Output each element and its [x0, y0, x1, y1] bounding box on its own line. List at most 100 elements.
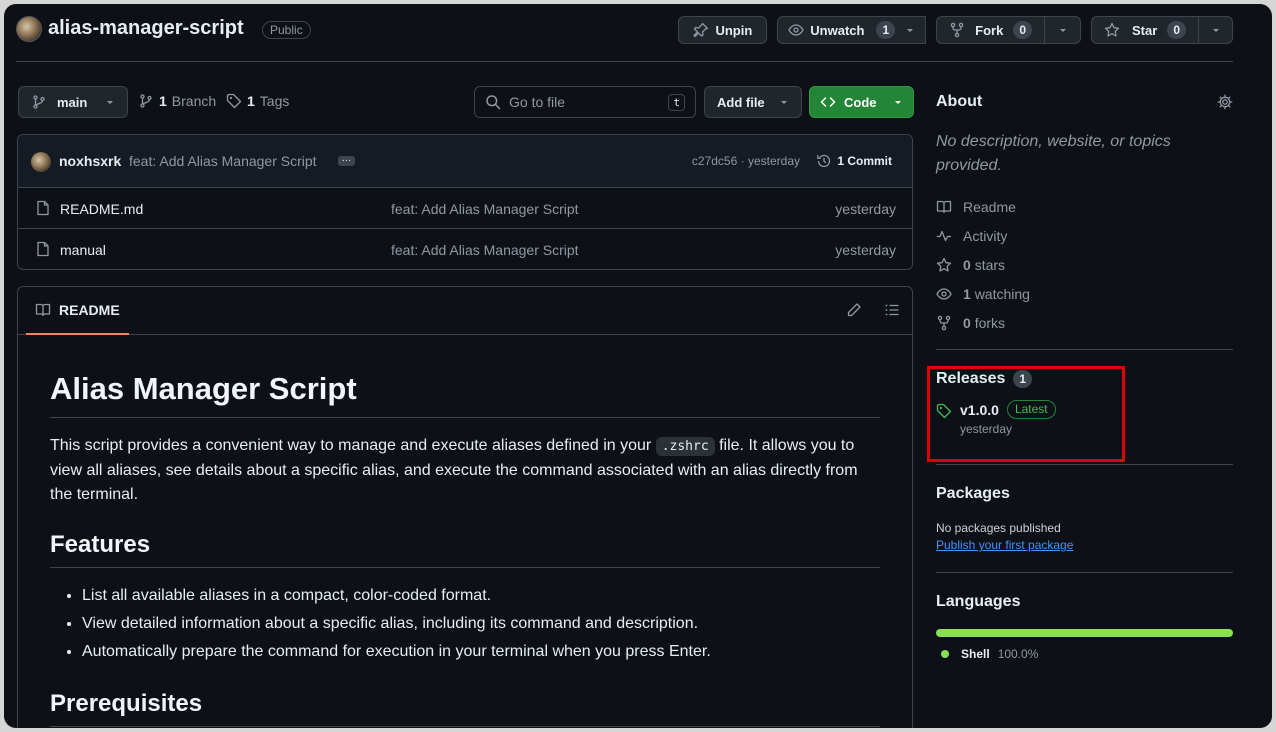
commit-message[interactable]: feat: Add Alias Manager Script [129, 153, 317, 169]
forks-link[interactable]: 0 forks [936, 308, 1233, 337]
commit-sha[interactable]: c27dc56 [692, 154, 737, 168]
highlight-box [927, 366, 1125, 462]
divider [936, 572, 1233, 573]
file-time: yesterday [835, 242, 896, 258]
publish-package-link[interactable]: Publish your first package [936, 538, 1073, 552]
readme-tab-label: README [59, 302, 120, 318]
unwatch-split: Unwatch 1 [777, 16, 927, 44]
unwatch-label: Unwatch [810, 22, 865, 38]
history-icon [816, 153, 832, 169]
owner-avatar[interactable] [16, 16, 42, 42]
file-row[interactable]: README.md feat: Add Alias Manager Script… [18, 188, 912, 229]
commit-time: yesterday [747, 154, 800, 168]
branches-label: Branch [171, 93, 217, 109]
star-icon [1104, 22, 1120, 38]
star-label: Star [1132, 22, 1158, 38]
readme-tools [846, 302, 900, 318]
stars-link[interactable]: 0 stars [936, 250, 1233, 279]
tag-icon [226, 93, 242, 109]
code-button[interactable]: Code [809, 86, 914, 118]
about-links: Readme Activity 0 stars 1 watching 0 for… [936, 192, 1233, 337]
file-row[interactable]: manual feat: Add Alias Manager Script ye… [18, 229, 912, 269]
activity-link[interactable]: Activity [936, 221, 1233, 250]
file-commit-message[interactable]: feat: Add Alias Manager Script [391, 242, 579, 258]
code-icon [820, 94, 836, 110]
language-color-dot [941, 650, 949, 658]
gear-icon[interactable] [1217, 94, 1233, 110]
fork-menu-button[interactable] [1045, 16, 1082, 44]
chevron-down-icon [905, 25, 915, 35]
unwatch-button[interactable]: Unwatch 1 [777, 16, 927, 44]
tags-count: 1 [247, 93, 255, 109]
language-percent: 100.0% [997, 647, 1039, 661]
branch-selector[interactable]: main [18, 86, 129, 118]
chevron-down-icon [1058, 25, 1068, 35]
features-heading: Features [50, 531, 880, 568]
unpin-button[interactable]: Unpin [678, 16, 768, 44]
divider [936, 349, 1233, 350]
readme-panel: README Alias Manager Script This script … [17, 286, 913, 728]
activity-label: Activity [963, 227, 1008, 244]
file-icon [35, 200, 51, 216]
commits-link[interactable]: 1 Commit [816, 153, 892, 169]
go-to-file-input[interactable]: Go to file t [474, 86, 696, 118]
pin-icon [693, 22, 709, 38]
languages-heading: Languages [936, 593, 1021, 610]
fork-split: Fork 0 [936, 16, 1082, 44]
repo-name[interactable]: alias-manager-script [48, 17, 244, 40]
packages-heading[interactable]: Packages [936, 485, 1233, 503]
fork-button[interactable]: Fork 0 [936, 16, 1046, 44]
forks-count: 0 [963, 314, 971, 331]
readme-content: Alias Manager Script This script provide… [18, 335, 912, 727]
intro-text: This script provides a convenient way to… [50, 437, 656, 454]
file-name[interactable]: manual [60, 242, 106, 258]
pencil-icon[interactable] [846, 302, 862, 318]
stars-text: 0 stars [963, 257, 1005, 273]
search-icon [485, 94, 501, 110]
tags-link[interactable]: 1 Tags [226, 93, 289, 109]
commit-count-label: 1 Commit [837, 154, 892, 168]
readme-link[interactable]: Readme [936, 192, 1233, 221]
star-button[interactable]: Star 0 [1091, 16, 1199, 44]
watch-counter: 1 [876, 21, 896, 39]
author-avatar[interactable] [31, 152, 51, 172]
repo-toolbar: main 1 Branch 1 Tags Go to file t Add fi… [18, 86, 914, 118]
language-item[interactable]: Shell 100.0% [936, 647, 1233, 661]
book-icon [35, 302, 51, 318]
file-time: yesterday [835, 201, 896, 217]
file-browser: noxhsxrk feat: Add Alias Manager Script … [17, 134, 913, 270]
file-commit-message[interactable]: feat: Add Alias Manager Script [391, 201, 579, 217]
branch-icon [31, 94, 47, 110]
watching-text: 1 watching [963, 286, 1030, 302]
repo-header: alias-manager-script Public Unpin Unwatc… [16, 16, 1233, 62]
star-menu-button[interactable] [1199, 16, 1233, 44]
prerequisites-heading: Prerequisites [50, 690, 880, 727]
fork-counter: 0 [1013, 21, 1033, 39]
file-name[interactable]: README.md [60, 201, 143, 217]
commit-sep: · [740, 154, 745, 168]
outline-list-icon[interactable] [884, 302, 900, 318]
add-file-button[interactable]: Add file [704, 86, 802, 118]
about-description: No description, website, or topics provi… [936, 133, 1171, 174]
pulse-icon [936, 228, 952, 244]
commit-author[interactable]: noxhsxrk [59, 153, 121, 169]
about-heading: About [936, 93, 983, 110]
readme-link-label: Readme [963, 198, 1016, 215]
list-item: List all available aliases in a compact,… [82, 584, 880, 608]
visibility-badge: Public [262, 21, 311, 39]
watching-label: watching [974, 285, 1030, 302]
eye-icon [788, 22, 805, 38]
forks-text: 0 forks [963, 315, 1005, 331]
expand-commit-ellipsis[interactable]: … [338, 154, 355, 166]
tab-readme[interactable]: README [26, 287, 129, 335]
divider [936, 464, 1233, 465]
fork-label: Fork [975, 22, 1004, 38]
tags-label: Tags [259, 93, 290, 109]
language-bar [936, 629, 1233, 637]
branch-icon [138, 93, 154, 109]
chevron-down-icon [105, 97, 115, 107]
branches-link[interactable]: 1 Branch [138, 93, 216, 109]
chevron-down-icon [893, 97, 903, 107]
watching-link[interactable]: 1 watching [936, 279, 1233, 308]
chevron-down-icon [1211, 25, 1221, 35]
